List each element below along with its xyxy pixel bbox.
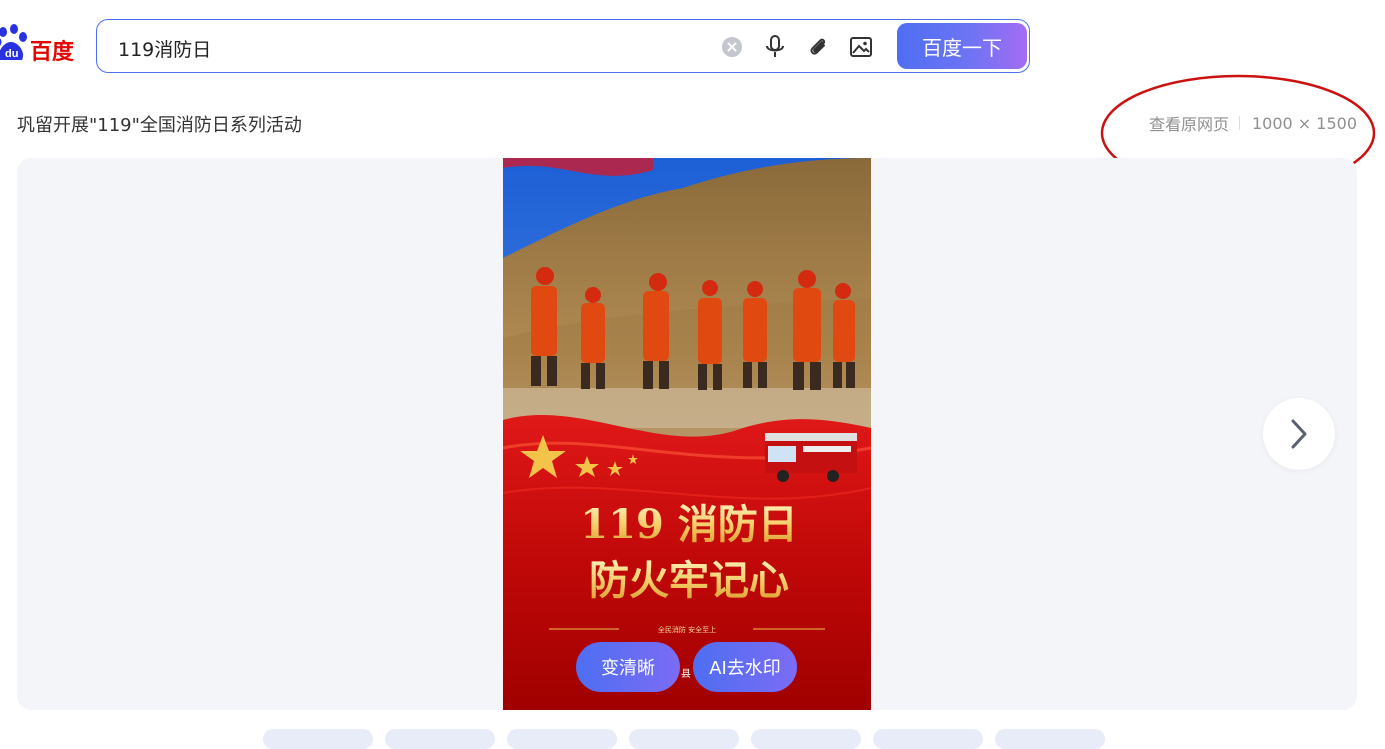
poster-footer-char: 县 bbox=[681, 668, 691, 680]
logo-text: 百度 bbox=[30, 40, 75, 65]
microphone-icon[interactable] bbox=[761, 33, 789, 61]
poster-headline-1: 119 消防日 bbox=[580, 501, 797, 548]
poster-tagline: 全民消防 安全至上 bbox=[658, 625, 716, 634]
chevron-right-icon bbox=[1291, 419, 1307, 449]
baidu-logo[interactable]: du 百度 bbox=[0, 22, 78, 66]
image-meta: 查看原网页 1000 × 1500 bbox=[1149, 111, 1357, 135]
image-title: 巩留开展"119"全国消防日系列活动 bbox=[17, 115, 302, 136]
enhance-button[interactable]: 变清晰 bbox=[576, 642, 680, 692]
search-box: 百度一下 bbox=[96, 19, 1030, 73]
image-dimensions: 1000 × 1500 bbox=[1251, 113, 1357, 133]
search-input[interactable] bbox=[116, 34, 680, 62]
paw-icon: du bbox=[0, 24, 27, 60]
meta-divider bbox=[1238, 116, 1240, 130]
related-tag[interactable] bbox=[507, 729, 617, 749]
view-source-link[interactable]: 查看原网页 bbox=[1149, 111, 1229, 135]
related-tag[interactable] bbox=[385, 729, 495, 749]
related-tag[interactable] bbox=[995, 729, 1105, 749]
related-tags-row bbox=[263, 729, 1105, 749]
remove-watermark-button[interactable]: AI去水印 bbox=[693, 642, 797, 692]
clear-icon[interactable] bbox=[718, 33, 746, 61]
related-tag[interactable] bbox=[263, 729, 373, 749]
image-viewer: 119 消防日 防火牢记心 全民消防 安全至上 县 变清晰 AI去水印 bbox=[17, 158, 1357, 710]
poster-headline-2: 防火牢记心 bbox=[589, 557, 789, 604]
image-search-icon[interactable] bbox=[847, 33, 875, 61]
related-tag[interactable] bbox=[751, 729, 861, 749]
poster-image[interactable]: 119 消防日 防火牢记心 全民消防 安全至上 县 bbox=[503, 158, 871, 710]
paperclip-icon[interactable] bbox=[804, 33, 832, 61]
svg-text:du: du bbox=[5, 48, 18, 60]
related-tag[interactable] bbox=[873, 729, 983, 749]
related-tag[interactable] bbox=[629, 729, 739, 749]
next-image-button[interactable] bbox=[1263, 398, 1335, 470]
search-button[interactable]: 百度一下 bbox=[897, 23, 1027, 69]
